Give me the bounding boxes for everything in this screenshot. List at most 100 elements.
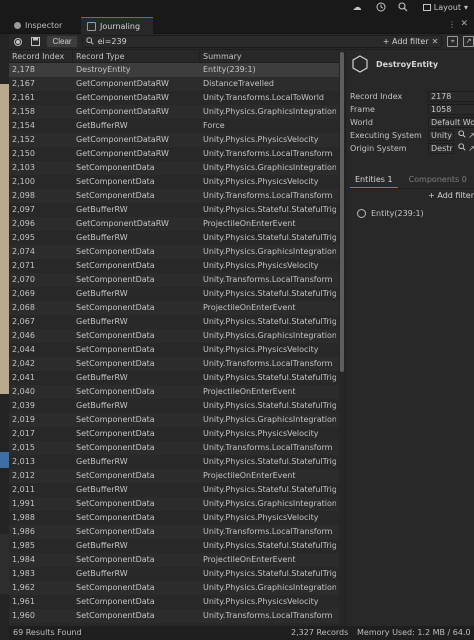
- table-row[interactable]: 1,988 SetComponentData Unity.Physics.Physi…: [9, 511, 339, 525]
- property-label: World: [350, 118, 373, 127]
- column-header-summary[interactable]: Summary: [200, 50, 339, 63]
- record-index-cell: 2,098: [12, 191, 35, 200]
- table-row[interactable]: 2,015 SetComponentData Unity.Transforms.Lo…: [9, 441, 339, 455]
- summary-cell: Unity.Physics.Stateful.StatefulTrigger: [203, 569, 336, 578]
- property-value[interactable]: Default Wor: [428, 117, 474, 128]
- table-row[interactable]: 1,962 SetComponentData Unity.Physics.Graph…: [9, 581, 339, 595]
- history-icon[interactable]: [375, 2, 387, 14]
- summary-cell: Unity.Physics.Stateful.StatefulTrigger: [203, 317, 336, 326]
- record-type-cell: SetComponentData: [76, 303, 155, 312]
- table-row[interactable]: 1,985 GetBufferRW Unity.Physics.Stateful.S…: [9, 539, 339, 553]
- table-row[interactable]: 2,013 GetBufferRW Unity.Physics.Stateful.S…: [9, 455, 339, 469]
- record-type-cell: SetComponentData: [76, 429, 155, 438]
- table-row[interactable]: 2,103 SetComponentData Unity.Physics.Graph…: [9, 161, 339, 175]
- property-value[interactable]: Destr: [428, 143, 454, 154]
- layout-dropdown[interactable]: Layout ▾: [422, 1, 468, 14]
- column-header-record-type[interactable]: Record Type: [73, 50, 200, 63]
- add-filter-button[interactable]: + Add filter: [383, 37, 429, 46]
- table-row[interactable]: 2,067 GetBufferRW Unity.Physics.Stateful.S…: [9, 315, 339, 329]
- table-row[interactable]: 2,154 GetBufferRW Force: [9, 119, 339, 133]
- record-button[interactable]: [11, 35, 25, 49]
- table-row[interactable]: 2,097 GetBufferRW Unity.Physics.Stateful.S…: [9, 203, 339, 217]
- search-icon[interactable]: [397, 2, 409, 14]
- more-options-icon[interactable]: ⋮: [448, 20, 456, 29]
- table-row[interactable]: 2,158 GetComponentDataRW Unity.Physics.Gra…: [9, 105, 339, 119]
- record-type-cell: GetComponentDataRW: [76, 135, 169, 144]
- record-index-cell: 2,069: [12, 289, 35, 298]
- tab-strip: Inspector Journaling ⋮ ✕: [0, 16, 474, 34]
- property-value[interactable]: 2178: [428, 91, 474, 102]
- subtab-components[interactable]: Components 0: [404, 174, 472, 188]
- layout-icon: [422, 4, 431, 11]
- record-type-cell: SetComponentData: [76, 359, 155, 368]
- table-row[interactable]: 2,017 SetComponentData Unity.Physics.Physi…: [9, 427, 339, 441]
- record-icon: [13, 37, 22, 46]
- add-filter-button[interactable]: + Add filter: [428, 191, 474, 200]
- summary-cell: Unity.Physics.GraphicsIntegration.Ph: [203, 107, 336, 116]
- table-row[interactable]: 1,961 SetComponentData Unity.Physics.Physi…: [9, 595, 339, 609]
- record-index-cell: 2,046: [12, 331, 35, 340]
- table-row[interactable]: 2,096 GetComponentDataRW ProjectileOnEnter…: [9, 217, 339, 231]
- record-index-cell: 2,039: [12, 401, 35, 410]
- table-row[interactable]: 2,074 SetComponentData Unity.Physics.Graph…: [9, 245, 339, 259]
- record-type-cell: SetComponentData: [76, 443, 155, 452]
- export-icon[interactable]: ↗: [463, 36, 474, 47]
- record-type-cell: GetBufferRW: [76, 457, 128, 466]
- table-row[interactable]: 2,041 GetBufferRW Unity.Physics.Stateful.S…: [9, 371, 339, 385]
- table-row[interactable]: 2,042 SetComponentData Unity.Transforms.Lo…: [9, 357, 339, 371]
- table-row[interactable]: 2,100 SetComponentData Unity.Physics.Physi…: [9, 175, 339, 189]
- subtab-entities[interactable]: Entities 1: [350, 174, 398, 188]
- table-row[interactable]: 2,019 SetComponentData Unity.Physics.Graph…: [9, 413, 339, 427]
- table-row[interactable]: 2,011 GetBufferRW Unity.Physics.Stateful.S…: [9, 483, 339, 497]
- search-input[interactable]: [94, 36, 383, 47]
- scrollbar-thumb[interactable]: [340, 52, 344, 372]
- table-row[interactable]: 2,071 SetComponentData Unity.Physics.Physi…: [9, 259, 339, 273]
- property-value[interactable]: Unity: [428, 130, 454, 141]
- table-row[interactable]: 2,098 SetComponentData Unity.Transforms.Lo…: [9, 189, 339, 203]
- table-row[interactable]: 2,152 GetComponentDataRW Unity.Physics.Phy…: [9, 133, 339, 147]
- table-row[interactable]: 2,161 GetComponentDataRW Unity.Transforms.…: [9, 91, 339, 105]
- search-icon[interactable]: [457, 130, 466, 141]
- record-type-cell: SetComponentData: [76, 611, 155, 620]
- table-row[interactable]: 1,983 GetBufferRW Unity.Physics.Stateful.S…: [9, 567, 339, 581]
- clear-button[interactable]: Clear: [46, 35, 78, 48]
- close-icon[interactable]: ✕: [460, 19, 468, 29]
- table-row[interactable]: 2,150 GetComponentDataRW Unity.Transforms.…: [9, 147, 339, 161]
- table-row[interactable]: 1,984 SetComponentData ProjectileOnEnterEv…: [9, 553, 339, 567]
- table-row[interactable]: 2,069 GetBufferRW Unity.Physics.Stateful.S…: [9, 287, 339, 301]
- select-entity-icon[interactable]: ⌖: [447, 36, 459, 47]
- record-index-cell: 2,154: [12, 121, 35, 130]
- table-row[interactable]: 1,986 SetComponentData Unity.Transforms.Lo…: [9, 525, 339, 539]
- table-row[interactable]: 2,178 DestroyEntity Entity(239:1): [9, 63, 339, 77]
- record-index-cell: 2,070: [12, 275, 35, 284]
- table-row[interactable]: 2,070 SetComponentData Unity.Transforms.Lo…: [9, 273, 339, 287]
- record-type-cell: SetComponentData: [76, 345, 155, 354]
- table-row[interactable]: 1,960 SetComponentData Unity.Transforms.Lo…: [9, 609, 339, 623]
- cloud-icon[interactable]: ☁: [351, 2, 363, 14]
- table-row[interactable]: 2,012 SetComponentData ProjectileOnEnterEv…: [9, 469, 339, 483]
- summary-cell: Unity.Physics.GraphicsIntegration.Ph: [203, 331, 336, 340]
- table-row[interactable]: 2,068 SetComponentData ProjectileOnEnterEv…: [9, 301, 339, 315]
- open-external-icon[interactable]: ↗: [467, 143, 474, 154]
- tab-inspector[interactable]: Inspector: [8, 17, 76, 34]
- save-icon[interactable]: [29, 35, 43, 49]
- record-type-cell: SetComponentData: [76, 471, 155, 480]
- search-field[interactable]: + Add filter ✕: [81, 35, 443, 48]
- tab-journaling[interactable]: Journaling: [81, 17, 153, 34]
- table-row[interactable]: 2,095 GetBufferRW Unity.Physics.Stateful.S…: [9, 231, 339, 245]
- summary-cell: Unity.Transforms.LocalTransform: [203, 611, 333, 620]
- clear-search-icon[interactable]: ✕: [432, 37, 439, 46]
- table-row[interactable]: 1,991 SetComponentData Unity.Physics.Graph…: [9, 497, 339, 511]
- entity-list-item[interactable]: Entity(239:1): [350, 206, 474, 220]
- record-index-cell: 2,040: [12, 387, 35, 396]
- column-header-record-index[interactable]: Record Index: [9, 50, 73, 63]
- table-row[interactable]: 2,167 GetComponentDataRW DistanceTravelled: [9, 77, 339, 91]
- table-row[interactable]: 2,046 SetComponentData Unity.Physics.Graph…: [9, 329, 339, 343]
- search-icon[interactable]: [457, 143, 466, 154]
- summary-cell: Unity.Transforms.LocalTransform: [203, 359, 333, 368]
- table-row[interactable]: 2,044 SetComponentData Unity.Physics.Physi…: [9, 343, 339, 357]
- open-external-icon[interactable]: ↗: [467, 130, 474, 141]
- table-row[interactable]: 2,039 GetBufferRW Unity.Physics.Stateful.S…: [9, 399, 339, 413]
- property-value[interactable]: 1058: [428, 104, 474, 115]
- table-row[interactable]: 2,040 SetComponentData ProjectileOnEnterEv…: [9, 385, 339, 399]
